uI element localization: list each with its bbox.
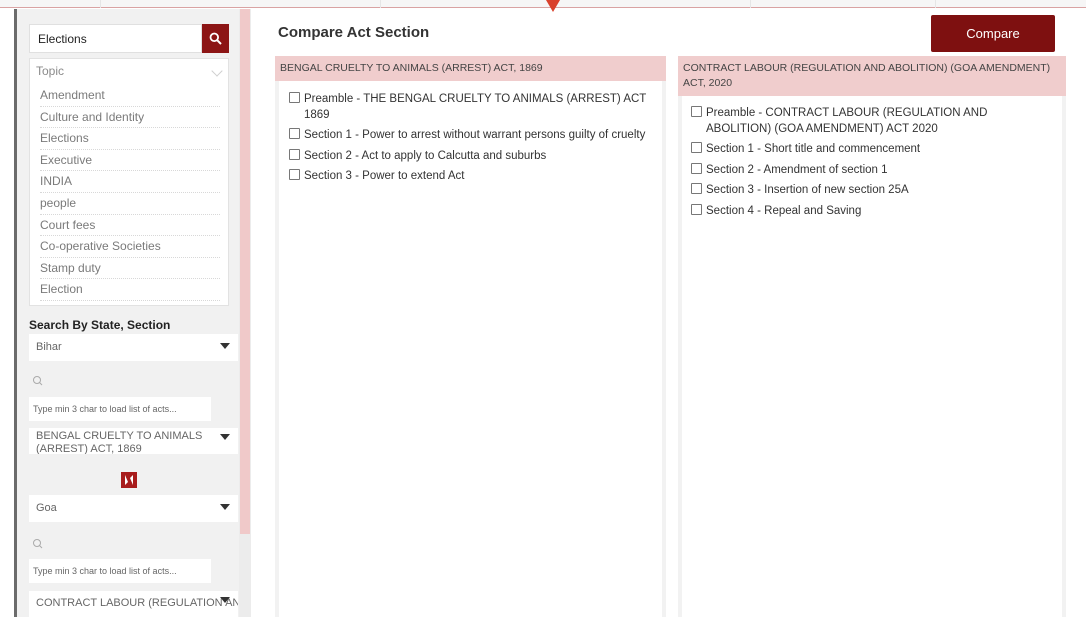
topic-item[interactable]: Amendment <box>40 85 220 107</box>
state-select-1-value: Bihar <box>36 341 62 353</box>
left-section-list: Preamble - THE BENGAL CRUELTY TO ANIMALS… <box>279 81 662 617</box>
section-checkbox[interactable] <box>289 92 300 103</box>
topic-item[interactable]: people <box>40 193 220 215</box>
act-search-input-1[interactable]: Type min 3 char to load list of acts... <box>29 397 211 421</box>
act-select-1-value: BENGAL CRUELTY TO ANIMALS (ARREST) ACT, … <box>36 430 203 454</box>
state-select-2[interactable]: Goa <box>29 495 238 522</box>
section-item[interactable]: Section 1 - Short title and commencement <box>691 142 1053 158</box>
section-label: Preamble - THE BENGAL CRUELTY TO ANIMALS… <box>304 93 647 121</box>
act-select-2[interactable]: CONTRACT LABOUR (REGULATION AND ABOLITIO… <box>29 591 238 617</box>
topic-item[interactable]: Court fees <box>40 215 220 237</box>
topic-item[interactable]: Election <box>40 279 220 301</box>
section-item[interactable]: Section 1 - Power to arrest without warr… <box>289 128 652 144</box>
caret-down-icon <box>220 504 230 510</box>
search-by-state-label: Search By State, Section <box>29 318 171 332</box>
topic-list-box: Topic Amendment Culture and Identity Elect… <box>29 58 229 306</box>
top-bar <box>0 0 1086 8</box>
section-label: Preamble - CONTRACT LABOUR (REGULATION A… <box>706 107 988 135</box>
page-title: Compare Act Section <box>278 24 430 41</box>
section-label: Section 3 - Power to extend Act <box>304 170 465 182</box>
section-item[interactable]: Section 2 - Act to apply to Calcutta and… <box>289 148 652 165</box>
search-icon <box>209 32 222 45</box>
section-checkbox[interactable] <box>691 106 702 117</box>
section-item[interactable]: Section 4 - Repeal and Saving <box>691 203 1053 220</box>
act-select-1[interactable]: BENGAL CRUELTY TO ANIMALS (ARREST) ACT, … <box>29 428 238 454</box>
section-label: Section 2 - Act to apply to Calcutta and… <box>304 149 547 162</box>
section-checkbox[interactable] <box>691 203 702 215</box>
search-icon[interactable] <box>29 372 49 392</box>
state-select-2-value: Goa <box>36 502 57 514</box>
section-checkbox[interactable] <box>289 169 300 180</box>
topic-item[interactable]: Executive <box>40 150 220 172</box>
act-select-2-value: CONTRACT LABOUR (REGULATION AND ABOLITIO… <box>36 597 238 609</box>
state-select-1[interactable]: Bihar <box>29 334 238 361</box>
topic-item[interactable]: Culture and Identity <box>40 107 220 129</box>
swap-icon[interactable] <box>120 471 138 489</box>
topic-header[interactable]: Topic <box>36 64 64 78</box>
topic-list: Amendment Culture and Identity Elections Ex… <box>40 85 220 301</box>
topic-item[interactable]: Stamp duty <box>40 258 220 280</box>
left-act-column: BENGAL CRUELTY TO ANIMALS (ARREST) ACT, … <box>275 56 666 617</box>
section-checkbox[interactable] <box>691 142 702 153</box>
caret-down-icon <box>220 597 230 603</box>
topic-item[interactable]: Co-operative Societies <box>40 236 220 258</box>
section-label: Section 1 - Short title and commencement <box>706 143 921 155</box>
section-checkbox[interactable] <box>289 148 300 160</box>
topic-search-input[interactable]: Elections <box>29 24 202 53</box>
search-button[interactable] <box>202 24 229 53</box>
chevron-down-icon[interactable] <box>211 65 223 77</box>
position-marker-icon <box>546 0 560 12</box>
sidebar-scrollbar[interactable] <box>239 9 251 617</box>
scrollbar-thumb[interactable] <box>240 9 250 534</box>
right-act-heading: CONTRACT LABOUR (REGULATION AND ABOLITIO… <box>678 56 1066 96</box>
right-section-list: Preamble - CONTRACT LABOUR (REGULATION A… <box>682 96 1062 617</box>
section-label: Section 1 - Power to arrest without warr… <box>304 129 646 141</box>
left-act-heading: BENGAL CRUELTY TO ANIMALS (ARREST) ACT, … <box>275 56 666 81</box>
section-checkbox[interactable] <box>691 162 702 174</box>
topic-item[interactable]: INDIA <box>40 171 220 193</box>
section-label: Section 4 - Repeal and Saving <box>706 204 862 217</box>
section-item[interactable]: Section 3 - Insertion of new section 25A <box>691 183 1053 199</box>
section-item[interactable]: Section 3 - Power to extend Act <box>289 169 652 185</box>
topic-item[interactable]: Elections <box>40 128 220 150</box>
compare-button[interactable]: Compare <box>931 15 1055 52</box>
right-act-column: CONTRACT LABOUR (REGULATION AND ABOLITIO… <box>678 56 1066 617</box>
section-label: Section 3 - Insertion of new section 25A <box>706 184 909 196</box>
section-checkbox[interactable] <box>691 183 702 194</box>
caret-down-icon <box>220 434 230 440</box>
section-label: Section 2 - Amendment of section 1 <box>706 163 888 176</box>
section-item[interactable]: Preamble - THE BENGAL CRUELTY TO ANIMALS… <box>289 92 652 123</box>
act-search-input-2[interactable]: Type min 3 char to load list of acts... <box>29 559 211 583</box>
section-checkbox[interactable] <box>289 128 300 139</box>
section-item[interactable]: Preamble - CONTRACT LABOUR (REGULATION A… <box>691 106 1053 137</box>
search-icon[interactable] <box>29 535 49 555</box>
caret-down-icon <box>220 343 230 349</box>
section-item[interactable]: Section 2 - Amendment of section 1 <box>691 162 1053 179</box>
